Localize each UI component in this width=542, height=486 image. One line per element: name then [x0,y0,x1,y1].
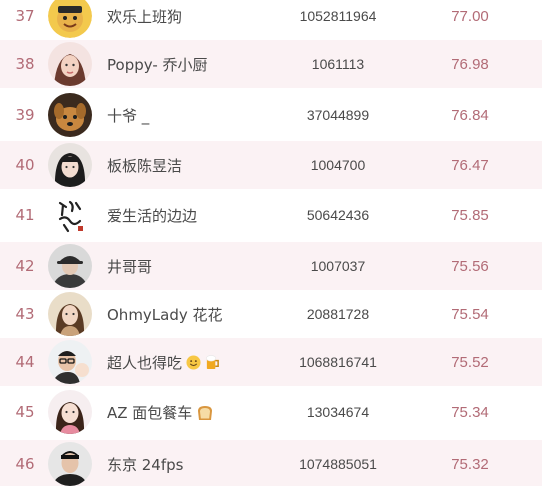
person-hat-avatar-icon [48,244,92,288]
table-row: 42 井哥哥 1007037 75.56 [0,242,542,290]
score-value: 75.52 [451,353,489,371]
user-name: Poppy- 乔小厨 [107,55,208,74]
table-row: 45 AZ 面包餐车 13034674 75.34 [0,388,542,436]
user-id: 50642436 [306,207,370,223]
woman-dark-hair-avatar-icon [48,143,92,187]
table-row: 46 东京 24fps 1074885051 75.32 [0,440,542,486]
rank-number: 37 [15,7,35,25]
user-name: 超人也得吃 [107,352,220,373]
bread-emoji-icon [196,404,214,421]
rank-number: 42 [15,257,35,275]
user-name: OhmyLady 花花 [107,305,223,324]
user-id: 13034674 [306,404,370,420]
calligraphy-logo-avatar-icon [48,193,92,237]
score-value: 77.00 [451,7,489,25]
table-row: 39 十爷 _ 37044899 76.84 [0,91,542,139]
table-row: 37 欢乐上班狗 1052811964 77.00 [0,0,542,40]
user-id: 1068816741 [299,354,377,370]
user-id: 1007037 [310,258,366,274]
cartoon-dog-avatar-icon [48,0,92,38]
user-id: 1074885051 [299,456,377,472]
user-name: 板板陈昱洁 [107,156,183,175]
table-row: 38 Poppy- 乔小厨 1061113 76.98 [0,40,542,88]
dog-photo-avatar-icon [48,93,92,137]
user-id: 1061113 [311,56,365,72]
table-row: 41 爱生活的边边 50642436 75.85 [0,191,542,239]
rank-number: 39 [15,106,35,124]
user-name: 井哥哥 [107,257,153,276]
woman-portrait-avatar-icon [48,42,92,86]
rank-number: 44 [15,353,35,371]
rank-number: 43 [15,305,35,323]
rank-number: 45 [15,403,35,421]
user-name: 欢乐上班狗 [107,7,183,26]
man-portrait-avatar-icon [48,442,92,486]
rank-number: 41 [15,206,35,224]
user-id: 37044899 [306,107,370,123]
table-row: 44 超人也得吃 1068816741 75.52 [0,338,542,386]
user-name: 爱生活的边边 [107,206,198,225]
ranking-table: 37 欢乐上班狗 1052811964 77.00 38 Poppy- 乔小厨 … [0,0,542,486]
beer-mug-emoji-icon [205,354,220,370]
woman-long-hair-avatar-icon [48,292,92,336]
score-value: 75.34 [451,403,489,421]
smiling-face-emoji-icon [186,354,201,370]
score-value: 75.85 [451,206,489,224]
rank-number: 40 [15,156,35,174]
user-name: 十爷 _ [107,106,150,125]
table-row: 43 OhmyLady 花花 20881728 75.54 [0,290,542,338]
score-value: 75.54 [451,305,489,323]
user-name: 东京 24fps [107,455,184,474]
score-value: 75.32 [451,455,489,473]
user-id: 20881728 [306,306,370,322]
user-id: 1052811964 [299,8,377,24]
rank-number: 38 [15,55,35,73]
score-value: 76.47 [451,156,489,174]
score-value: 76.98 [451,55,489,73]
score-value: 76.84 [451,106,489,124]
girl-portrait-avatar-icon [48,390,92,434]
man-glasses-avatar-icon [48,340,92,384]
user-id: 1004700 [310,157,366,173]
user-name: AZ 面包餐车 [107,402,214,423]
score-value: 75.56 [451,257,489,275]
table-row: 40 板板陈昱洁 1004700 76.47 [0,141,542,189]
rank-number: 46 [15,455,35,473]
